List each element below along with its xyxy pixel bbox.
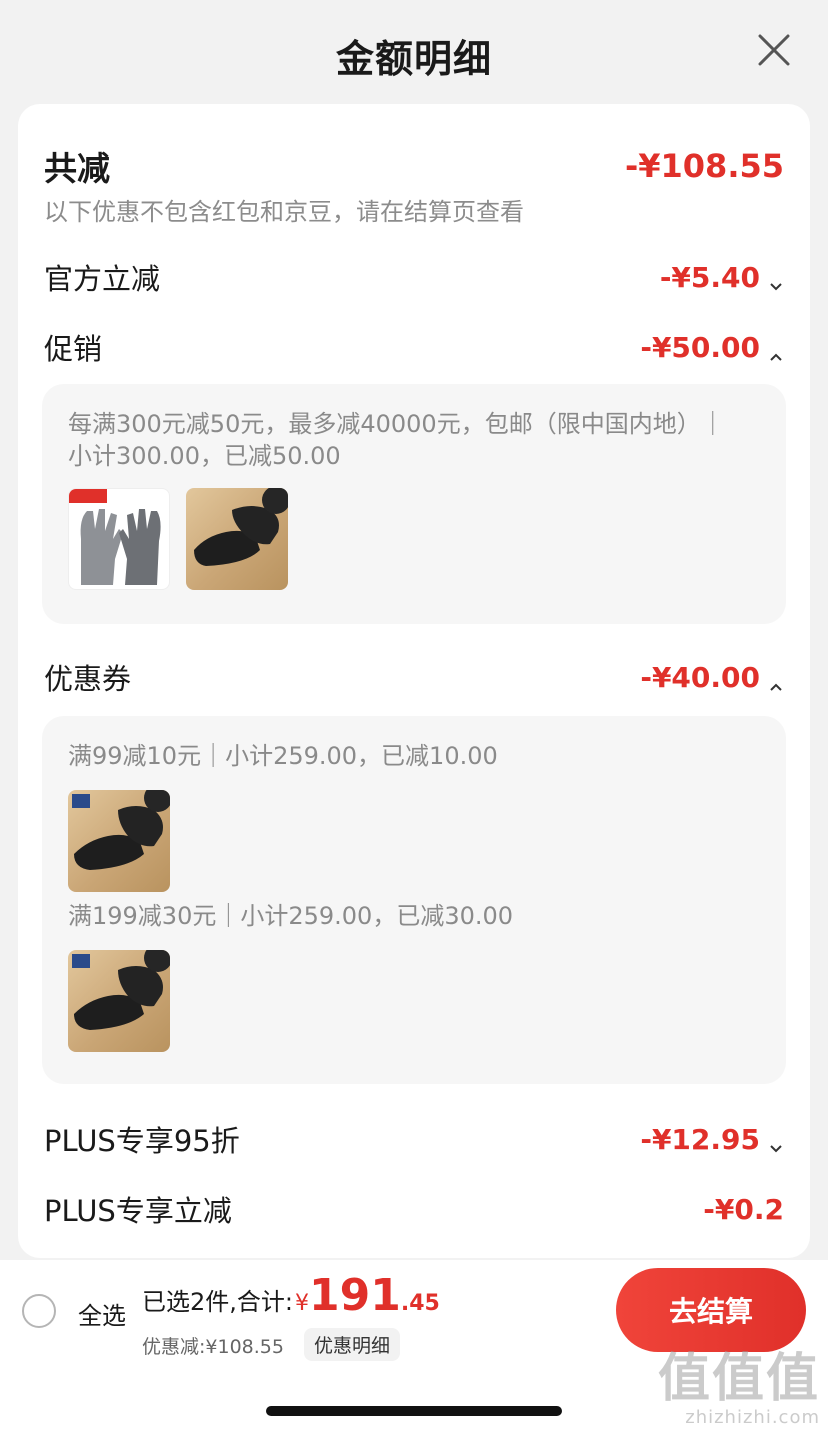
price-decimal: .45 (400, 1291, 440, 1316)
home-indicator[interactable] (266, 1406, 562, 1416)
selected-count-text: 已选2件,合计: (142, 1288, 293, 1316)
official-discount-row[interactable]: 官方立减 -¥5.40 (44, 256, 784, 298)
chevron-up-icon[interactable] (768, 669, 784, 691)
plus-discount-label: PLUS专享95折 (44, 1124, 240, 1158)
watermark-logo: 值值值 (657, 1349, 820, 1409)
discount-card: 共减 -¥108.55 以下优惠不包含红包和京豆，请在结算页查看 官方立减 -¥… (18, 104, 810, 1258)
chevron-down-icon[interactable] (768, 1131, 784, 1153)
promotion-label: 促销 (44, 332, 103, 366)
watermark: 值值值 zhizhizhi.com (658, 1351, 820, 1428)
plus-reduce-amount: -¥0.2 (703, 1192, 784, 1226)
total-label: 共减 (44, 149, 110, 188)
plus-reduce-row: PLUS专享立减 -¥0.2 (44, 1188, 784, 1230)
chevron-up-icon[interactable] (768, 339, 784, 361)
select-all-label[interactable]: 全选 (78, 1296, 126, 1331)
plus-reduce-label: PLUS专享立减 (44, 1194, 232, 1228)
promotion-panel: 每满300元减50元，最多减40000元，包邮（限中国内地）｜小计300.00，… (42, 384, 786, 624)
product-thumb-shoes[interactable] (68, 950, 170, 1052)
official-discount-amount: -¥5.40 (659, 260, 760, 294)
coupon-row[interactable]: 优惠券 -¥40.00 (44, 656, 784, 698)
plus-discount-row[interactable]: PLUS专享95折 -¥12.95 (44, 1118, 784, 1160)
coupon-panel: 满99减10元｜小计259.00，已减10.00 满199减30元｜小计259.… (42, 716, 786, 1084)
order-total: 已选2件,合计: ¥ 191 .45 (142, 1270, 440, 1321)
price-main: 191 (308, 1270, 401, 1321)
amount-detail-sheet: 金额明细 共减 -¥108.55 以下优惠不包含红包和京豆，请在结算页查看 官方… (0, 0, 828, 1260)
coupon-amount: -¥40.00 (640, 660, 760, 694)
product-thumb-shoes[interactable] (186, 488, 288, 590)
discount-summary: 优惠减:¥108.55 (142, 1336, 284, 1358)
discount-detail-link[interactable]: 优惠明细 (304, 1328, 401, 1361)
close-icon[interactable] (754, 30, 794, 70)
coupon2-text: 满199减30元｜小计259.00，已减30.00 (68, 902, 514, 930)
sheet-title: 金额明细 (335, 37, 492, 81)
promotion-rule-text: 每满300元减50元，最多减40000元，包邮（限中国内地）｜小计300.00，… (68, 410, 725, 470)
coupon-label: 优惠券 (44, 662, 132, 696)
product-thumb-shoes[interactable] (68, 790, 170, 892)
promotion-row[interactable]: 促销 -¥50.00 (44, 326, 784, 368)
discount-note: 以下优惠不包含红包和京豆，请在结算页查看 (44, 198, 524, 226)
product-thumb-gloves[interactable] (68, 488, 170, 590)
promotion-amount: -¥50.00 (640, 330, 760, 364)
watermark-url: zhizhizhi.com (685, 1407, 820, 1428)
total-amount: -¥108.55 (624, 147, 784, 185)
official-discount-label: 官方立减 (44, 262, 161, 296)
coupon1-text: 满99减10元｜小计259.00，已减10.00 (68, 742, 498, 770)
plus-discount-amount: -¥12.95 (640, 1122, 760, 1156)
total-row: 共减 -¥108.55 (44, 142, 784, 190)
chevron-down-icon[interactable] (768, 269, 784, 291)
currency-symbol: ¥ (294, 1291, 309, 1316)
checkout-button[interactable]: 去结算 (616, 1268, 806, 1352)
select-all-checkbox[interactable] (22, 1294, 56, 1328)
